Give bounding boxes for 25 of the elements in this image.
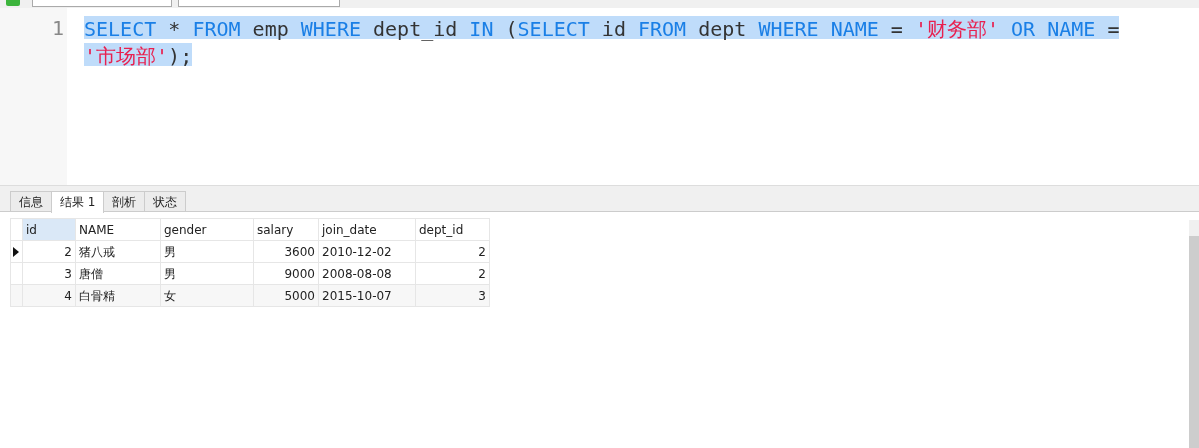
table-cell: 唐僧 [75, 262, 161, 285]
line-number: 1 [51, 16, 64, 40]
result-tab[interactable]: 剖析 [103, 191, 146, 211]
table-cell: 2 [415, 240, 490, 263]
column-header[interactable]: gender [160, 218, 254, 241]
result-tab[interactable]: 信息 [10, 191, 52, 211]
table-cell: 2008-08-08 [318, 262, 416, 285]
scroll-up-button[interactable] [1189, 220, 1199, 236]
scrollbar[interactable] [1189, 236, 1199, 448]
table-cell: 男 [160, 240, 254, 263]
table-cell: 3600 [253, 240, 319, 263]
result-tab[interactable]: 状态 [144, 191, 187, 211]
column-header[interactable]: join_date [318, 218, 416, 241]
column-header[interactable]: salary [253, 218, 319, 241]
table-cell: 2 [415, 262, 490, 285]
column-header[interactable]: id [22, 218, 76, 241]
column-header[interactable]: NAME [75, 218, 161, 241]
result-tab[interactable]: 结果 1 [51, 191, 105, 213]
table-cell: 2 [22, 240, 76, 263]
table-cell: 3 [22, 262, 76, 285]
table-cell: 男 [160, 262, 254, 285]
table-cell: 猪八戒 [75, 240, 161, 263]
table-cell: 2010-12-02 [318, 240, 416, 263]
table-cell: 9000 [253, 262, 319, 285]
column-header[interactable]: dept_id [415, 218, 490, 241]
